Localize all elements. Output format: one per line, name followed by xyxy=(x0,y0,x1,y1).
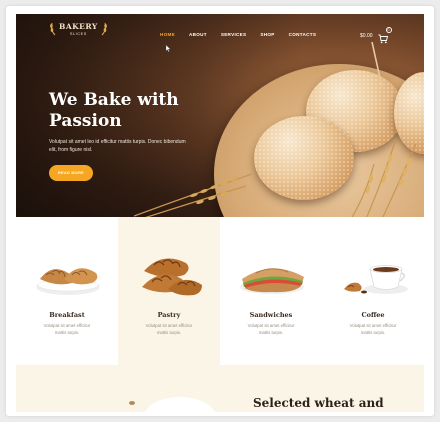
hero-subtext: Volutpat sit amet leo id efficitur matti… xyxy=(49,139,186,153)
cart-count-badge: 0 xyxy=(385,27,392,33)
category-card-breakfast[interactable]: Breakfast Volutpat sit amet efficitur ma… xyxy=(16,217,118,365)
nav-item-home[interactable]: HOME xyxy=(160,32,175,37)
section-heading: Selected wheat and xyxy=(253,396,384,410)
cart-price: $0.00 xyxy=(360,33,373,39)
brand-logo[interactable]: BAKERY SLICES xyxy=(49,22,108,36)
croissants-image xyxy=(142,258,202,296)
coffee-cup-image xyxy=(344,265,408,294)
category-title: Sandwiches xyxy=(249,311,293,319)
nav-item-services[interactable]: SERVICES xyxy=(221,32,247,37)
hero-headline-line2: Passion xyxy=(49,111,122,131)
category-title: Pastry xyxy=(157,311,181,319)
category-description: Volutpat sit amet efficitur mattis turpi… xyxy=(43,323,91,335)
main-nav: HOME ABOUT SERVICES SHOP CONTACTS xyxy=(160,32,316,37)
hero-section: BAKERY SLICES HOME ABOUT SERVICES SHOP C… xyxy=(16,14,424,217)
category-title: Breakfast xyxy=(49,311,85,319)
category-card-pastry[interactable]: Pastry Volutpat sit amet efficitur matti… xyxy=(118,217,220,365)
read-more-button[interactable]: READ MORE xyxy=(49,165,93,181)
category-description: Volutpat sit amet efficitur mattis turpi… xyxy=(145,323,193,335)
wheat-right-icon xyxy=(101,22,107,36)
brand-subtitle: SLICES xyxy=(69,32,87,36)
nav-item-about[interactable]: ABOUT xyxy=(189,32,207,37)
wheat-left-icon xyxy=(50,22,56,36)
decor-dot xyxy=(129,401,135,405)
sandwich-image xyxy=(240,268,304,294)
mouse-cursor-icon xyxy=(166,45,171,52)
bread-bun xyxy=(254,116,354,200)
wheat-section: Selected wheat and xyxy=(16,365,424,412)
cart-icon[interactable]: 0 xyxy=(378,27,392,44)
decor-circle xyxy=(144,397,216,412)
category-card-sandwiches[interactable]: Sandwiches Volutpat sit amet efficitur m… xyxy=(220,217,322,365)
category-title: Coffee xyxy=(361,311,385,319)
cart[interactable]: $0.00 0 xyxy=(360,27,392,44)
nav-item-contacts[interactable]: CONTACTS xyxy=(289,32,317,37)
nav-item-shop[interactable]: SHOP xyxy=(260,32,274,37)
wheat-stalks-left xyxy=(134,173,253,217)
wheat-stalk-top xyxy=(371,42,383,87)
page: BAKERY SLICES HOME ABOUT SERVICES SHOP C… xyxy=(16,14,424,412)
categories-section: Breakfast Volutpat sit amet efficitur ma… xyxy=(16,217,424,365)
croissant-plate-image xyxy=(36,268,100,295)
category-description: Volutpat sit amet efficitur mattis turpi… xyxy=(247,323,295,335)
browser-frame: BAKERY SLICES HOME ABOUT SERVICES SHOP C… xyxy=(6,6,434,416)
hero-headline: We Bake with Passion xyxy=(49,90,219,132)
hero-headline-line1: We Bake with xyxy=(49,90,179,110)
wheat-stalks-right xyxy=(351,138,417,217)
category-description: Volutpat sit amet efficitur mattis turpi… xyxy=(349,323,397,335)
category-card-coffee[interactable]: Coffee Volutpat sit amet efficitur matti… xyxy=(322,217,424,365)
brand-title: BAKERY xyxy=(59,22,98,31)
